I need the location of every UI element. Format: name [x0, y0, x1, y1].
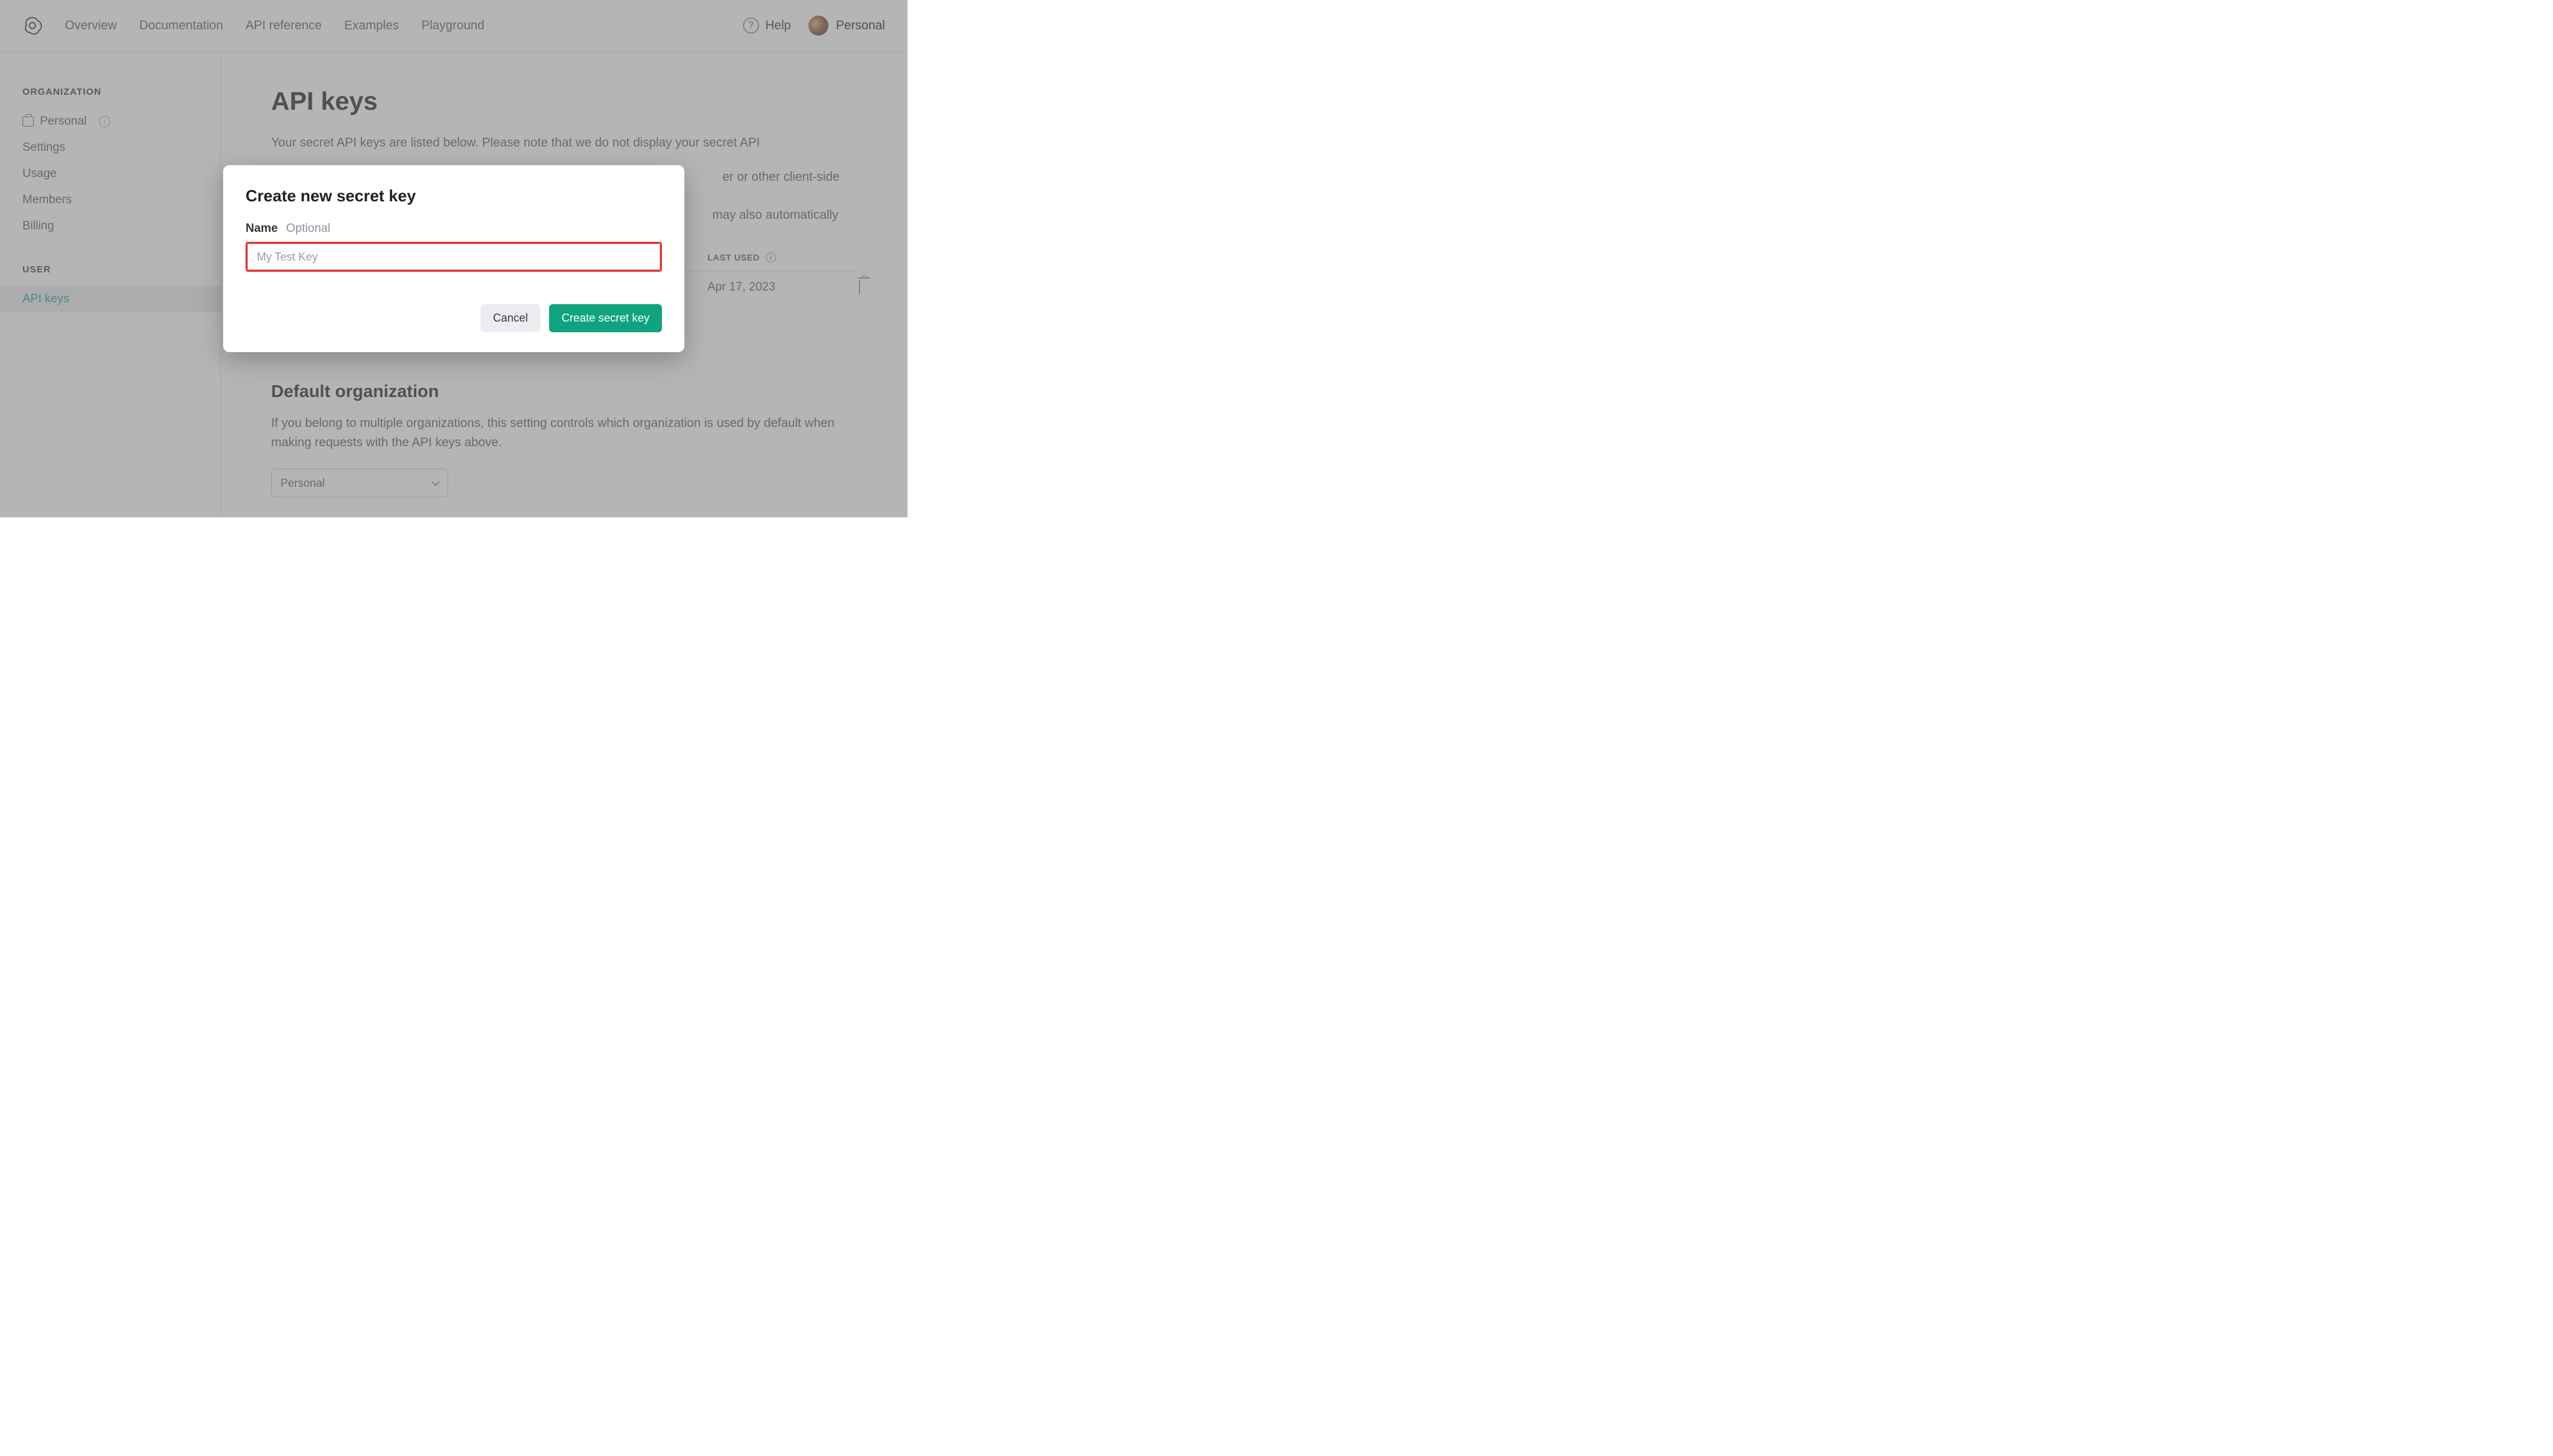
secret-key-name-input[interactable] — [247, 244, 660, 270]
create-secret-key-button[interactable]: Create secret key — [549, 304, 662, 332]
field-label-name: Name — [246, 222, 278, 235]
modal-overlay[interactable]: Create new secret key Name Optional Canc… — [0, 0, 908, 517]
cancel-button[interactable]: Cancel — [481, 304, 540, 332]
modal-field-label: Name Optional — [246, 222, 662, 236]
create-secret-key-modal: Create new secret key Name Optional Canc… — [223, 165, 684, 352]
field-label-optional: Optional — [286, 222, 330, 235]
modal-title: Create new secret key — [246, 186, 662, 206]
name-input-highlight — [246, 242, 662, 272]
modal-actions: Cancel Create secret key — [246, 304, 662, 332]
